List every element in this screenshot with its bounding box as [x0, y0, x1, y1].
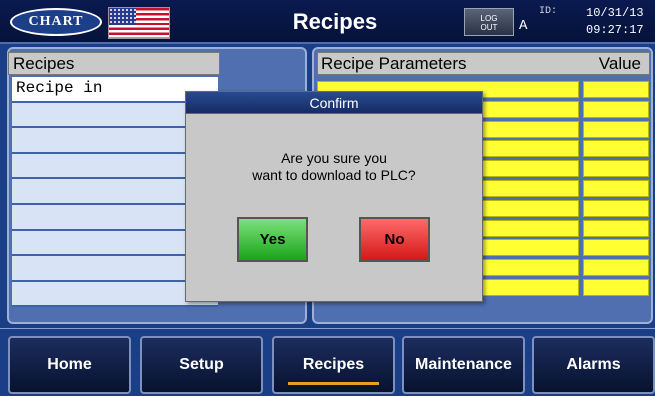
dialog-title: Confirm: [186, 92, 482, 114]
yes-button[interactable]: Yes: [237, 217, 308, 262]
nav-label: Setup: [179, 356, 224, 373]
active-indicator: [288, 382, 379, 385]
parameter-value-cell[interactable]: [583, 199, 649, 217]
logout-label-line1: LOG: [480, 14, 498, 23]
date-display: 10/31/13: [586, 6, 644, 20]
chart-logo: CHART: [10, 8, 102, 36]
us-flag-icon: [108, 7, 170, 39]
nav-label: Alarms: [566, 356, 621, 373]
parameter-value-cell[interactable]: [583, 100, 649, 118]
header-bar: CHART Recipes LOG OUT A ID: 10/31/13 09:…: [0, 0, 655, 44]
recipes-list-header: Recipes: [8, 52, 220, 75]
time-display: 09:27:17: [586, 23, 644, 37]
nav-setup-button[interactable]: Setup: [140, 336, 263, 394]
no-button[interactable]: No: [359, 217, 430, 262]
nav-label: Recipes: [302, 356, 365, 373]
parameter-value-cell[interactable]: [583, 278, 649, 296]
logout-label-line2: OUT: [480, 23, 498, 32]
parameter-value-cell[interactable]: [583, 140, 649, 158]
bottom-nav: Home Setup Recipes Maintenance Alarms: [0, 328, 655, 396]
nav-maintenance-button[interactable]: Maintenance: [402, 336, 525, 394]
value-column-header: Value: [598, 54, 641, 73]
parameter-value-cell[interactable]: [583, 160, 649, 178]
recipe-parameters-header: Recipe Parameters Value: [317, 52, 650, 75]
logout-button[interactable]: LOG OUT: [464, 8, 514, 36]
parameter-value-cell[interactable]: [583, 120, 649, 138]
dialog-message: Are you sure you want to download to PLC…: [186, 150, 482, 184]
confirm-dialog: Confirm Are you sure you want to downloa…: [185, 91, 483, 302]
parameter-value-cell[interactable]: [583, 219, 649, 237]
user-id-label: ID:: [539, 6, 558, 17]
dialog-message-line2: want to download to PLC?: [252, 167, 416, 183]
hmi-screen: CHART Recipes LOG OUT A ID: 10/31/13 09:…: [0, 0, 655, 396]
page-title: Recipes: [292, 9, 378, 34]
nav-label: Maintenance: [415, 356, 512, 373]
parameter-value-cell[interactable]: [583, 259, 649, 277]
dialog-message-line1: Are you sure you: [281, 150, 387, 166]
nav-alarms-button[interactable]: Alarms: [532, 336, 655, 394]
parameter-value-cell[interactable]: [583, 81, 649, 98]
parameter-value-cell[interactable]: [583, 179, 649, 197]
nav-recipes-button[interactable]: Recipes: [272, 336, 395, 394]
parameter-value-cell[interactable]: [583, 239, 649, 257]
nav-label: Home: [47, 356, 92, 373]
user-level: A: [519, 18, 528, 34]
nav-home-button[interactable]: Home: [8, 336, 131, 394]
parameters-column-header: Recipe Parameters: [321, 54, 467, 73]
